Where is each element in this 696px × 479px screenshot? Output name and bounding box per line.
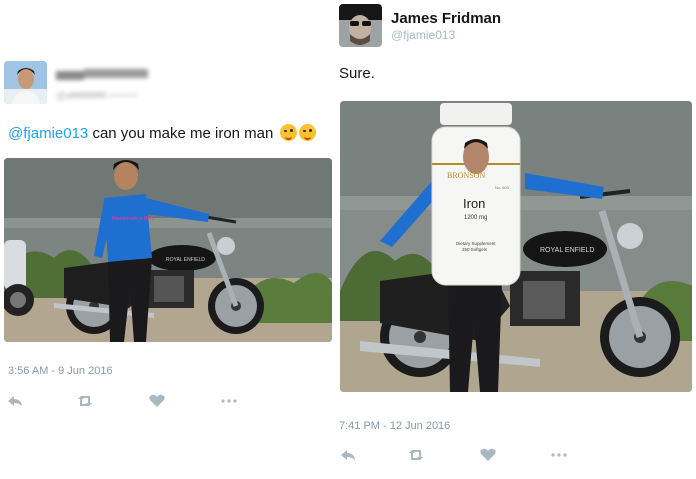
- reply-icon[interactable]: [339, 448, 357, 462]
- bottle-brand: BRONSON: [447, 171, 485, 180]
- tweet-timestamp[interactable]: 3:56 AM - 9 Jun 2016: [8, 365, 113, 377]
- avatar-photo: [4, 61, 47, 104]
- tweet-body: can you make me iron man: [88, 125, 278, 142]
- avatar[interactable]: [339, 4, 382, 47]
- photo-man-as-iron-bottle: ROYAL ENFIELD BRONSON No. 600 Iron 1200 …: [340, 101, 692, 392]
- reply-icon[interactable]: [6, 394, 24, 408]
- shirt-print: Homemade is Best: [112, 216, 155, 222]
- mention-link[interactable]: @fjamie013: [8, 125, 88, 142]
- winking-face-emoji: [279, 124, 297, 141]
- like-icon[interactable]: [148, 394, 166, 408]
- display-name[interactable]: James Fridman: [391, 10, 501, 27]
- more-icon[interactable]: [220, 394, 238, 408]
- bottle-supplement-label: Dietary Supplement: [456, 241, 496, 246]
- redacted-handle: @e: [56, 88, 166, 102]
- tweet-text: @fjamie013 can you make me iron man: [8, 124, 316, 142]
- bottle-product-name: Iron: [463, 196, 485, 211]
- bottle-count-label: 250 Softgels: [462, 247, 488, 252]
- left-tweet: @e @fjamie013 can you make me iron man R…: [0, 0, 336, 479]
- right-tweet: James Fridman @fjamie013 Sure. ROYAL ENF…: [336, 0, 696, 479]
- svg-text:@e: @e: [56, 91, 72, 101]
- tank-brand-label: ROYAL ENFIELD: [166, 257, 205, 263]
- tweet-actions: [336, 448, 696, 464]
- tweet-timestamp[interactable]: 7:41 PM - 12 Jun 2016: [339, 420, 450, 432]
- redacted-username: [56, 68, 154, 80]
- photo-man-with-motorcycle: ROYAL ENFIELD Homemade is Best: [4, 158, 332, 342]
- winking-face-emoji: [298, 124, 316, 141]
- like-icon[interactable]: [479, 448, 497, 462]
- avatar-photo: [339, 4, 382, 47]
- tweet-photo[interactable]: ROYAL ENFIELD BRONSON No. 600 Iron 1200 …: [340, 101, 692, 392]
- tweet-actions: [0, 394, 336, 410]
- tweet-text: Sure.: [339, 65, 375, 82]
- bottle-dose: 1200 mg: [464, 215, 487, 221]
- tweet-photo[interactable]: ROYAL ENFIELD Homemade is Best: [4, 158, 332, 342]
- tank-brand-label: ROYAL ENFIELD: [540, 247, 594, 254]
- avatar[interactable]: [4, 61, 47, 104]
- more-icon[interactable]: [550, 448, 568, 462]
- retweet-icon[interactable]: [407, 448, 425, 462]
- iron-supplement-bottle: BRONSON No. 600 Iron 1200 mg Dietary Sup…: [431, 103, 521, 286]
- bottle-corner-label: No. 600: [495, 185, 510, 190]
- user-handle[interactable]: @fjamie013: [391, 28, 455, 42]
- retweet-icon[interactable]: [76, 394, 94, 408]
